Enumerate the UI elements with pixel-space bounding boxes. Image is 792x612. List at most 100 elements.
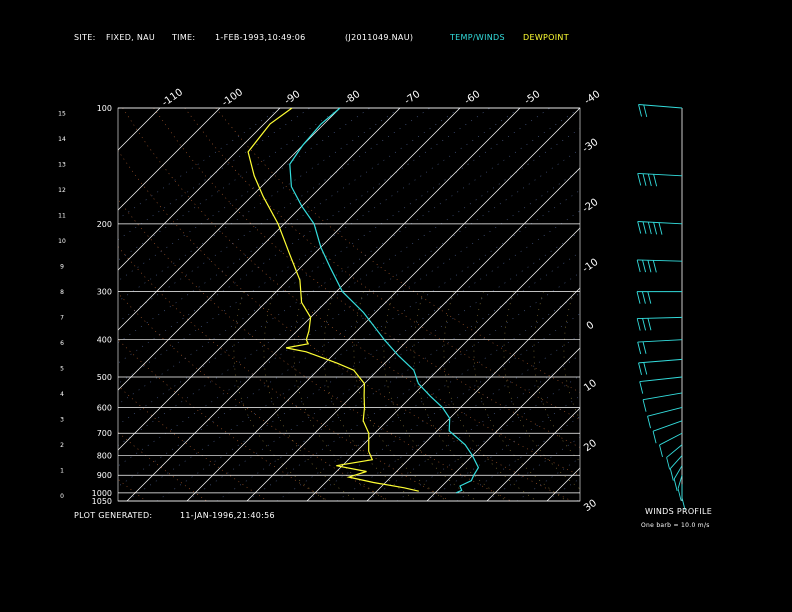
wind-barb-flag <box>637 341 642 355</box>
mixing-ratio-line <box>276 292 580 501</box>
isotherm-line <box>546 467 580 501</box>
isotherm-line <box>426 347 580 501</box>
height-tick-label: 5 <box>60 366 64 373</box>
pressure-tick-label: 900 <box>97 471 112 480</box>
wind-barb-flag <box>643 104 648 118</box>
wind-barb-flag <box>653 174 658 187</box>
mixing-ratio-line <box>426 395 580 501</box>
mixing-ratio-line <box>118 108 461 343</box>
isotherm-top-label: -100 <box>220 87 245 109</box>
wind-barb-flag <box>666 457 671 470</box>
winds-profile <box>636 104 686 510</box>
isotherm-line <box>118 108 221 211</box>
mixing-ratio-line <box>126 189 580 501</box>
wind-barb-staff <box>647 407 683 417</box>
wind-barb-staff <box>637 221 683 225</box>
dry-adiabat <box>0 108 24 501</box>
isotherm-top-label: -90 <box>283 89 303 107</box>
moist-adiabat <box>323 291 417 501</box>
skewt-chart: 1002003004005006007008009001000105001234… <box>0 87 792 514</box>
mixing-ratio-line <box>306 313 580 501</box>
wind-barb-staff <box>677 475 683 489</box>
wind-barb-flag <box>658 222 663 235</box>
plot-frame <box>117 107 581 502</box>
isotherm-line <box>118 108 401 391</box>
wind-barb-flag <box>669 468 674 481</box>
plot-generated-value: 11-JAN-1996,21:40:56 <box>180 511 275 520</box>
wind-barb-staff <box>637 172 683 177</box>
dry-adiabat <box>118 339 329 501</box>
pressure-tick-label: 800 <box>97 452 112 461</box>
mixing-ratio-line <box>118 108 281 220</box>
isotherm-line <box>607 108 792 501</box>
isotherm-line <box>366 287 580 501</box>
barb-note: One barb = 10.0 m/s <box>641 522 710 529</box>
mixing-ratio-line <box>246 272 580 501</box>
isotherm-line <box>118 108 281 271</box>
mixing-ratio-line <box>118 108 371 282</box>
height-tick-label: 7 <box>60 315 64 322</box>
wind-barb-flag <box>647 416 651 429</box>
pressure-tick-label: 600 <box>97 403 112 412</box>
dry-adiabat <box>118 478 146 501</box>
mixing-ratio-line <box>118 108 551 405</box>
isotherm-line <box>126 108 521 501</box>
pressure-tick-label: 1050 <box>92 497 112 506</box>
wind-barb-flag <box>642 318 646 331</box>
isotherm-top-label: -110 <box>160 87 185 109</box>
wind-barb-flag <box>653 222 658 235</box>
isotherm-line <box>118 108 161 151</box>
moist-adiabat <box>473 291 567 501</box>
height-tick-label: 0 <box>60 493 64 500</box>
isotherm-top-label: -40 <box>583 89 603 107</box>
wind-barb-flag <box>636 259 641 273</box>
isotherm-line <box>0 108 100 501</box>
wind-barb-flag <box>642 221 647 234</box>
moist-adiabat <box>413 291 507 501</box>
pressure-tick-label: 300 <box>97 288 112 297</box>
wind-barb-staff <box>639 376 683 383</box>
wind-barb-flag <box>643 362 648 375</box>
wind-barb-flag <box>636 318 641 331</box>
isotherm-top-label: -60 <box>463 89 483 107</box>
height-tick-label: 3 <box>60 417 64 424</box>
pressure-tick-label: 400 <box>97 336 112 345</box>
height-tick-label: 11 <box>58 213 66 220</box>
moist-adiabat <box>353 291 447 501</box>
wind-barb-flag <box>647 260 652 273</box>
moist-adiabat <box>594 292 687 501</box>
dry-adiabat <box>118 150 572 501</box>
mixing-ratio-line <box>118 148 580 467</box>
dry-adiabat <box>118 246 451 501</box>
isotherm-line <box>246 167 580 501</box>
wind-barb-staff <box>638 358 683 364</box>
height-tick-label: 14 <box>58 136 66 143</box>
wind-barb-flag <box>641 291 646 304</box>
wind-barb-flag <box>652 260 657 273</box>
wind-barb-flag <box>637 221 642 234</box>
wind-barb-staff <box>637 339 683 343</box>
height-tick-label: 6 <box>60 340 64 347</box>
mixing-ratio-line <box>186 231 580 501</box>
mixing-ratio-line <box>336 333 580 501</box>
isotherm-line <box>118 108 341 331</box>
wind-barb-flag <box>638 104 642 117</box>
isotherm-line <box>667 108 792 501</box>
pressure-tick-label: 500 <box>97 373 112 382</box>
wind-barb-staff <box>637 316 683 320</box>
dry-adiabat <box>153 108 580 448</box>
wind-barb-flag <box>652 431 657 444</box>
wind-barb-staff <box>670 455 683 469</box>
moist-adiabat <box>503 291 580 490</box>
pressure-tick-label: 700 <box>97 429 112 438</box>
isotherm-right-label: -20 <box>581 197 601 215</box>
wind-barb-flag <box>659 444 663 458</box>
plot-generated-label: PLOT GENERATED: <box>74 511 153 520</box>
height-tick-label: 2 <box>60 442 64 449</box>
mixing-ratio-line <box>366 354 580 501</box>
isotherm-line <box>186 108 580 501</box>
wind-barb-flag <box>642 173 647 186</box>
winds-profile-label: WINDS PROFILE <box>645 507 713 516</box>
wind-barb-flag <box>647 173 652 187</box>
height-tick-label: 8 <box>60 289 64 296</box>
